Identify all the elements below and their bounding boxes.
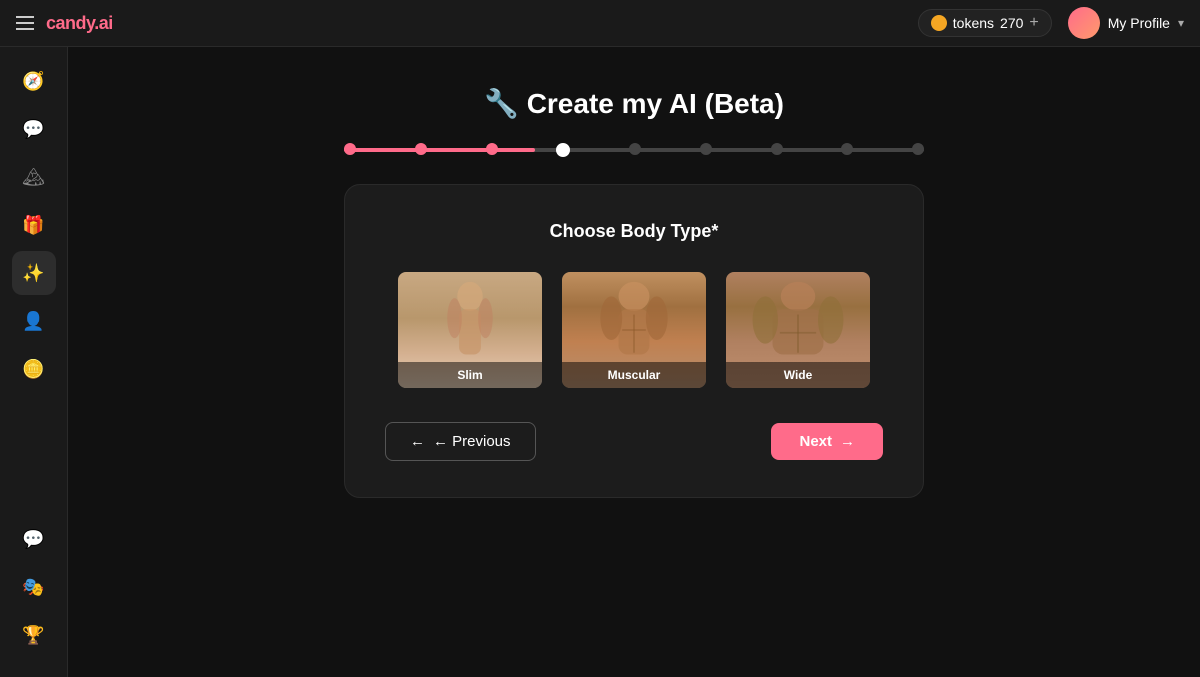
card-actions: ← ← Previous Next → — [385, 422, 883, 461]
progress-step-1[interactable] — [344, 143, 356, 155]
body-type-card: Choose Body Type* Slim — [344, 184, 924, 498]
page-title: 🔧 Create my AI (Beta) — [484, 87, 784, 120]
logo: candy.ai — [46, 13, 113, 34]
sidebar-item-chat[interactable]: 💬 — [12, 107, 56, 151]
progress-step-2[interactable] — [415, 143, 427, 155]
menu-button[interactable] — [16, 16, 34, 30]
body-type-muscular[interactable]: Muscular — [560, 270, 708, 390]
topnav-left: candy.ai — [16, 13, 113, 34]
progress-step-5[interactable] — [629, 143, 641, 155]
sidebar: 🧭 💬 🏔 🎁 ✨ 👤 🪙 💬 🎭 🏆 — [0, 47, 68, 677]
profile-section[interactable]: My Profile ▾ — [1068, 7, 1184, 39]
sidebar-item-profile[interactable]: 👤 — [12, 299, 56, 343]
progress-step-9[interactable] — [912, 143, 924, 155]
token-coin-icon — [931, 15, 947, 31]
previous-label: ← Previous — [433, 433, 511, 450]
progress-step-4[interactable] — [556, 143, 570, 157]
sidebar-item-referral[interactable]: 🎭 — [12, 565, 56, 609]
next-label: Next — [799, 433, 832, 450]
progress-bar — [344, 148, 924, 152]
progress-step-8[interactable] — [841, 143, 853, 155]
next-button[interactable]: Next → — [771, 423, 883, 460]
progress-track — [344, 148, 924, 152]
progress-dots — [344, 143, 924, 157]
slim-label: Slim — [398, 362, 542, 388]
sidebar-item-gifts[interactable]: 🎁 — [12, 203, 56, 247]
avatar — [1068, 7, 1100, 39]
sidebar-bottom: 💬 🎭 🏆 — [12, 517, 56, 665]
progress-step-7[interactable] — [771, 143, 783, 155]
main-layout: 🧭 💬 🏔 🎁 ✨ 👤 🪙 💬 🎭 🏆 🔧 Create my AI (Beta… — [0, 47, 1200, 677]
body-type-grid: Slim Muscular — [385, 270, 883, 390]
sidebar-item-discord[interactable]: 💬 — [12, 517, 56, 561]
sidebar-item-explore[interactable]: 🧭 — [12, 59, 56, 103]
previous-button[interactable]: ← ← Previous — [385, 422, 536, 461]
chevron-down-icon: ▾ — [1178, 16, 1184, 30]
card-title: Choose Body Type* — [385, 221, 883, 242]
arrow-right-icon: → — [840, 433, 855, 450]
arrow-left-icon: ← — [410, 433, 425, 450]
sidebar-item-feed[interactable]: 🏔 — [12, 155, 56, 199]
progress-step-6[interactable] — [700, 143, 712, 155]
progress-step-3[interactable] — [486, 143, 498, 155]
tokens-label: tokens — [953, 15, 994, 31]
tokens-badge: tokens 270 + — [918, 9, 1052, 37]
muscular-label: Muscular — [562, 362, 706, 388]
topnav: candy.ai tokens 270 + My Profile ▾ — [0, 0, 1200, 47]
tokens-count: 270 — [1000, 15, 1023, 31]
profile-name: My Profile — [1108, 15, 1170, 31]
content-area: 🔧 Create my AI (Beta) Choo — [68, 47, 1200, 677]
topnav-right: tokens 270 + My Profile ▾ — [918, 7, 1184, 39]
body-type-wide[interactable]: Wide — [724, 270, 872, 390]
wide-label: Wide — [726, 362, 870, 388]
sidebar-item-create[interactable]: ✨ — [12, 251, 56, 295]
tokens-add-button[interactable]: + — [1029, 14, 1038, 32]
sidebar-item-coins[interactable]: 🪙 — [12, 347, 56, 391]
body-type-slim[interactable]: Slim — [396, 270, 544, 390]
sidebar-item-leaderboard[interactable]: 🏆 — [12, 613, 56, 657]
